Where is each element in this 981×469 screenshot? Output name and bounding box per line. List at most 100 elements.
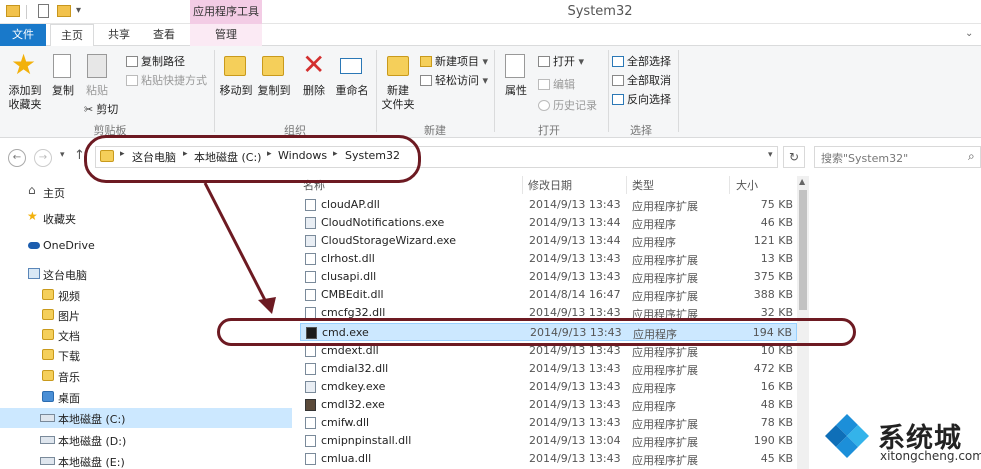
delete-button[interactable]: ✕ 删除 xyxy=(298,50,330,106)
properties-quick-icon[interactable] xyxy=(38,4,49,18)
forward-button[interactable]: → xyxy=(34,149,52,167)
rename-button[interactable]: 重命名 xyxy=(332,50,372,106)
nav-item-videos[interactable]: 视频 xyxy=(0,285,290,305)
select-all-label: 全部选择 xyxy=(627,55,671,68)
edit-button[interactable]: 编辑 xyxy=(538,76,575,92)
open-button[interactable]: 打开 ▾ xyxy=(538,53,584,69)
column-header-date[interactable]: 修改日期 xyxy=(528,177,572,195)
column-divider[interactable] xyxy=(626,176,627,194)
file-row[interactable]: cloudAP.dll 2014/9/13 13:43 应用程序扩展 75 KB xyxy=(300,196,797,214)
nav-item-desktop[interactable]: 桌面 xyxy=(0,387,290,407)
column-divider[interactable] xyxy=(729,176,730,194)
file-type: 应用程序扩展 xyxy=(632,454,698,467)
nav-item-drive-c[interactable]: 本地磁盘 (C:) xyxy=(0,408,290,428)
home-icon: ⌂ xyxy=(28,183,36,197)
dll-file-icon xyxy=(305,453,316,465)
star-icon: ★ xyxy=(27,209,38,223)
file-row[interactable]: cmlua.dll 2014/9/13 13:43 应用程序扩展 45 KB xyxy=(300,450,797,468)
file-date: 2014/9/13 13:43 xyxy=(529,362,621,375)
file-type: 应用程序扩展 xyxy=(632,418,698,431)
pictures-folder-icon xyxy=(42,309,54,320)
history-button[interactable]: 历史记录 xyxy=(538,97,597,113)
select-none-label: 全部取消 xyxy=(627,74,671,87)
file-row[interactable]: cmdkey.exe 2014/9/13 13:43 应用程序 16 KB xyxy=(300,378,797,396)
rename-label: 重命名 xyxy=(335,84,369,97)
new-folder-icon xyxy=(387,56,409,76)
nav-label: OneDrive xyxy=(43,239,95,252)
move-to-button[interactable]: 移动到 xyxy=(218,50,254,106)
nav-item-home[interactable]: ⌂ 主页 xyxy=(0,182,290,202)
file-row[interactable]: CloudStorageWizard.exe 2014/9/13 13:44 应… xyxy=(300,232,797,250)
cut-button[interactable]: ✂ 剪切 xyxy=(84,101,118,117)
file-size: 75 KB xyxy=(760,198,793,211)
file-type: 应用程序扩展 xyxy=(632,346,698,359)
nav-item-downloads[interactable]: 下载 xyxy=(0,345,290,365)
file-row[interactable]: cmdial32.dll 2014/9/13 13:43 应用程序扩展 472 … xyxy=(300,360,797,378)
nav-item-onedrive[interactable]: OneDrive xyxy=(0,236,290,256)
select-all-button[interactable]: 全部选择 xyxy=(612,53,671,69)
tab-file[interactable]: 文件 xyxy=(0,24,46,46)
file-type: 应用程序 xyxy=(632,382,676,395)
file-row[interactable]: cmipnpinstall.dll 2014/9/13 13:04 应用程序扩展… xyxy=(300,432,797,450)
file-date: 2014/9/13 13:43 xyxy=(529,380,621,393)
dll-file-icon xyxy=(305,345,316,357)
easy-access-button[interactable]: 轻松访问 ▾ xyxy=(420,72,488,88)
nav-item-this-pc[interactable]: 这台电脑 xyxy=(0,264,290,284)
pin-to-favorites-button[interactable]: ★ 添加到 收藏夹 xyxy=(4,50,46,116)
column-header-size[interactable]: 大小 xyxy=(736,177,758,195)
address-dropdown-icon[interactable]: ▾ xyxy=(768,150,773,160)
search-placeholder: 搜索"System32" xyxy=(821,152,909,165)
nav-label: 本地磁盘 (D:) xyxy=(58,435,127,448)
nav-label: 图片 xyxy=(58,310,80,323)
paste-button[interactable]: 粘贴 xyxy=(82,50,112,106)
file-row[interactable]: cmdl32.exe 2014/9/13 13:43 应用程序 48 KB xyxy=(300,396,797,414)
history-icon xyxy=(538,100,550,111)
dropdown-arrow-icon: ▾ xyxy=(479,55,489,68)
scrollbar-thumb[interactable] xyxy=(799,190,807,310)
select-none-button[interactable]: 全部取消 xyxy=(612,72,671,88)
cut-label: 剪切 xyxy=(96,103,119,116)
file-row[interactable]: clusapi.dll 2014/9/13 13:43 应用程序扩展 375 K… xyxy=(300,268,797,286)
new-folder-button[interactable]: 新建 文件夹 xyxy=(380,50,416,116)
recent-locations-icon[interactable]: ▾ xyxy=(60,150,65,160)
music-folder-icon xyxy=(42,370,54,381)
file-row[interactable]: CMBEdit.dll 2014/8/14 16:47 应用程序扩展 388 K… xyxy=(300,286,797,304)
properties-button[interactable]: 属性 xyxy=(498,50,534,106)
file-date: 2014/9/13 13:43 xyxy=(529,452,621,465)
paste-shortcut-button[interactable]: 粘贴快捷方式 xyxy=(126,72,207,88)
copy-path-label: 复制路径 xyxy=(141,55,185,68)
new-item-button[interactable]: 新建项目 ▾ xyxy=(420,53,488,69)
file-date: 2014/9/13 13:43 xyxy=(529,252,621,265)
copy-button[interactable]: 复制 xyxy=(48,50,78,106)
column-divider[interactable] xyxy=(522,176,523,194)
file-row[interactable]: CloudNotifications.exe 2014/9/13 13:44 应… xyxy=(300,214,797,232)
quick-access-dropdown-icon[interactable]: ▾ xyxy=(76,5,81,16)
copy-path-button[interactable]: 复制路径 xyxy=(126,53,185,69)
open-group-label: 打开 xyxy=(538,124,560,137)
tab-view[interactable]: 查看 xyxy=(142,24,186,46)
nav-item-music[interactable]: 音乐 xyxy=(0,366,290,386)
copy-to-button[interactable]: 复制到 xyxy=(256,50,292,106)
scroll-up-icon[interactable]: ▲ xyxy=(799,177,805,186)
file-date: 2014/9/13 13:43 xyxy=(529,398,621,411)
file-row[interactable]: cmifw.dll 2014/9/13 13:43 应用程序扩展 78 KB xyxy=(300,414,797,432)
back-button[interactable]: ← xyxy=(8,149,26,167)
drive-icon xyxy=(40,436,55,444)
chevron-down-icon[interactable]: ⌄ xyxy=(965,28,973,39)
copy-icon xyxy=(53,54,71,78)
nav-item-drive-d[interactable]: 本地磁盘 (D:) xyxy=(0,430,290,450)
file-name: cmdial32.dll xyxy=(321,362,389,375)
invert-selection-button[interactable]: 反向选择 xyxy=(612,91,671,107)
group-divider xyxy=(608,50,609,132)
column-header-type[interactable]: 类型 xyxy=(632,177,654,195)
nav-item-drive-e[interactable]: 本地磁盘 (E:) xyxy=(0,451,290,469)
tab-home[interactable]: 主页 xyxy=(50,24,94,47)
nav-label: 本地磁盘 (C:) xyxy=(58,413,126,426)
new-folder-quick-icon[interactable] xyxy=(57,5,71,17)
file-date: 2014/9/13 13:43 xyxy=(529,270,621,283)
file-row[interactable]: clrhost.dll 2014/9/13 13:43 应用程序扩展 13 KB xyxy=(300,250,797,268)
nav-item-favorites[interactable]: ★ 收藏夹 xyxy=(0,208,290,228)
tab-manage[interactable]: 管理 xyxy=(190,24,262,46)
refresh-button[interactable]: ↻ xyxy=(783,146,805,168)
tab-share[interactable]: 共享 xyxy=(98,24,140,46)
